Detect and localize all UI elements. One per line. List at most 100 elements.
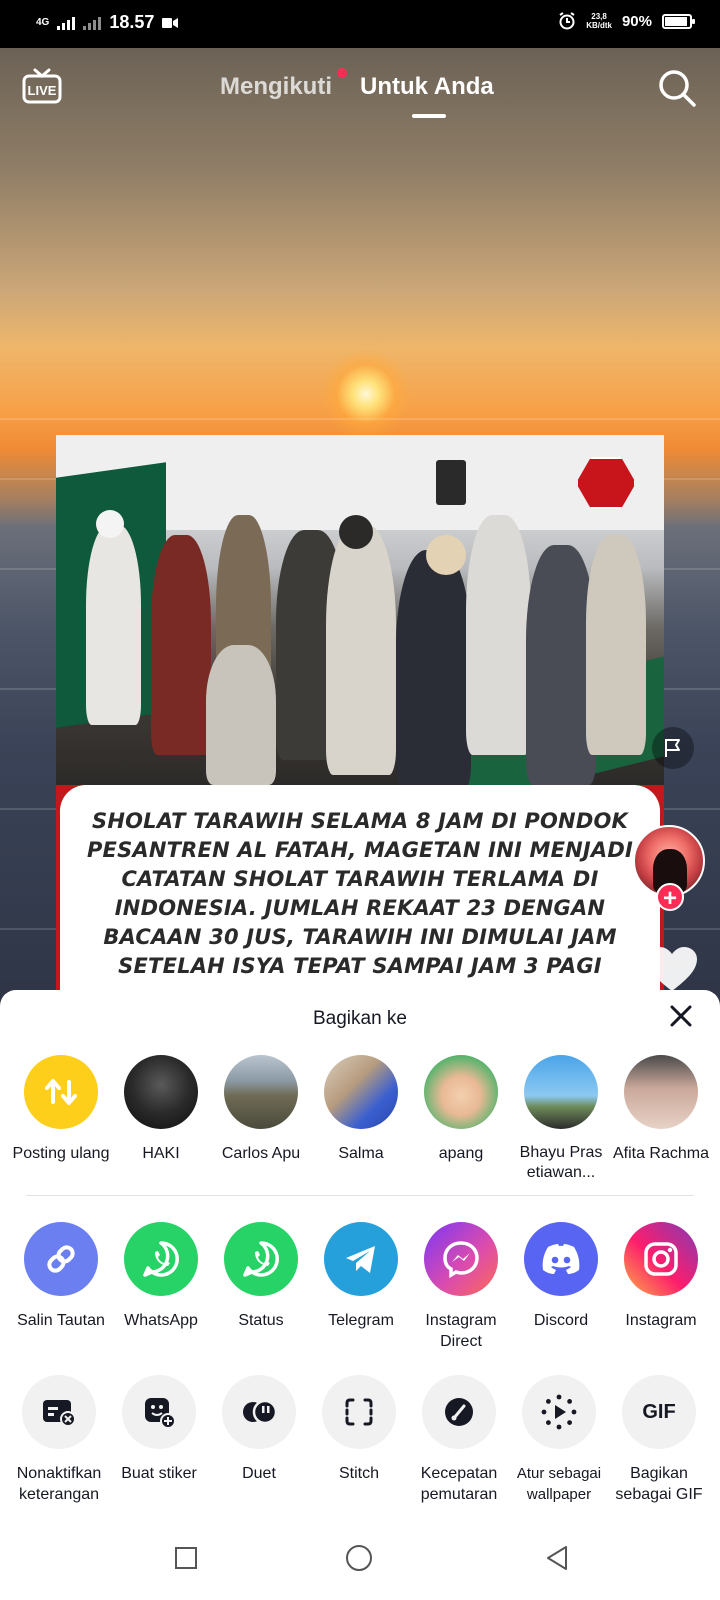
sea-line [0, 418, 720, 420]
caption-card: SHOLAT TARAWIH SELAMA 8 JAM DI PONDOK PE… [56, 785, 664, 990]
photo-speaker [436, 460, 466, 505]
share-instagram[interactable]: Instagram [606, 1222, 716, 1331]
alarm-icon [559, 12, 575, 30]
video-photo [56, 435, 664, 785]
photo-person-head [96, 510, 124, 538]
action-label: Kecepatan pemutaran [404, 1463, 514, 1505]
home-icon[interactable] [346, 1545, 372, 1571]
share-instagram-direct[interactable]: Instagram Direct [406, 1222, 516, 1352]
action-create-sticker[interactable]: Buat stiker [104, 1375, 214, 1484]
photo-person [466, 515, 531, 755]
label-line-2: keterangan [18, 1486, 100, 1503]
svg-text:LIVE: LIVE [28, 83, 57, 98]
photo-person-head [339, 515, 373, 549]
label-line-1: Atur sebagai [516, 1465, 602, 1482]
share-contact[interactable]: apang [406, 1055, 516, 1164]
share-actions-row: Nonaktifkan keterangan Buat stiker Duet … [0, 1375, 720, 1515]
label-line-2: sebagai GIF [615, 1486, 703, 1503]
action-share-gif[interactable]: GIF Bagikan sebagai GIF [604, 1375, 714, 1505]
live-icon[interactable]: LIVE [22, 68, 62, 104]
signal-icon-2 [83, 16, 102, 30]
battery-percent: 90% [621, 12, 652, 30]
share-contact-label: HAKI [142, 1145, 180, 1162]
action-stitch[interactable]: Stitch [304, 1375, 414, 1484]
action-label: Nonaktifkan keterangan [4, 1463, 114, 1505]
share-repost[interactable]: Posting ulang [6, 1055, 116, 1164]
speed-icon [422, 1375, 496, 1449]
photo-person [151, 535, 211, 755]
share-contact[interactable]: Afita Rachma [606, 1055, 716, 1164]
photo-person [586, 535, 646, 755]
action-label: Duet [242, 1465, 276, 1482]
whatsapp-icon [124, 1222, 198, 1296]
action-disable-caption[interactable]: Nonaktifkan keterangan [4, 1375, 114, 1505]
action-label: Atur sebagai wallpaper [504, 1463, 614, 1505]
label-line-1: Nonaktifkan [16, 1465, 102, 1482]
stitch-icon [322, 1375, 396, 1449]
share-whatsapp-status[interactable]: Status [206, 1222, 316, 1331]
duet-icon [222, 1375, 296, 1449]
instagram-icon [624, 1222, 698, 1296]
label-line-2: wallpaper [526, 1486, 592, 1503]
repost-icon [24, 1055, 98, 1129]
back-icon[interactable] [544, 1545, 570, 1571]
label-line-2: Direct [440, 1333, 482, 1350]
share-contact[interactable]: Salma [306, 1055, 416, 1164]
share-telegram[interactable]: Telegram [306, 1222, 416, 1331]
flag-icon [665, 739, 680, 757]
action-set-wallpaper[interactable]: Atur sebagai wallpaper [504, 1375, 614, 1505]
label-line-1: Bhayu Pras [519, 1144, 603, 1161]
telegram-icon [324, 1222, 398, 1296]
share-contact[interactable]: Bhayu Pras etiawan... [506, 1055, 616, 1183]
status-right: 23,8 KB/dtk 90% [558, 12, 695, 30]
share-contact-label: Afita Rachma [612, 1145, 710, 1162]
discord-icon [524, 1222, 598, 1296]
action-playback-speed[interactable]: Kecepatan pemutaran [404, 1375, 514, 1505]
share-contacts-row: Posting ulang HAKI Carlos Apu Salma apan… [0, 1055, 720, 1195]
share-instagram-label: Instagram [625, 1312, 697, 1329]
report-flag-button[interactable] [652, 727, 694, 769]
system-nav-bar [0, 1535, 720, 1600]
share-contact-label: Carlos Apu [221, 1145, 301, 1162]
follow-button[interactable]: + [656, 883, 684, 912]
share-sheet-title: Bagikan ke [312, 1008, 407, 1029]
action-label: Buat stiker [121, 1465, 197, 1482]
close-icon[interactable] [668, 1003, 694, 1029]
share-copy-link-label: Salin Tautan [17, 1312, 105, 1329]
speed-unit: KB/dtk [586, 21, 612, 30]
share-whatsapp-status-label: Status [238, 1312, 284, 1329]
clock: 18.57 [109, 12, 155, 32]
signal-icon [57, 16, 76, 30]
share-apps-row: Salin Tautan WhatsApp Status Telegram In… [0, 1222, 720, 1362]
avatar [624, 1055, 698, 1129]
recents-icon[interactable] [175, 1547, 197, 1569]
video-caption: SHOLAT TARAWIH SELAMA 8 JAM DI PONDOK PE… [86, 809, 634, 978]
avatar [124, 1055, 198, 1129]
tab-for-you[interactable]: Untuk Anda [360, 73, 494, 101]
status-left: 4G 18.57 [36, 12, 179, 33]
action-duet[interactable]: Duet [204, 1375, 314, 1484]
tab-following[interactable]: Mengikuti [220, 73, 332, 101]
share-whatsapp[interactable]: WhatsApp [106, 1222, 216, 1331]
link-icon [24, 1222, 98, 1296]
share-telegram-label: Telegram [328, 1312, 394, 1329]
label-line-2: etiawan... [526, 1164, 596, 1181]
top-nav: LIVE Mengikuti Untuk Anda [0, 48, 720, 128]
share-contact[interactable]: HAKI [106, 1055, 216, 1164]
messenger-icon [424, 1222, 498, 1296]
wallpaper-icon [522, 1375, 596, 1449]
label-line-1: Kecepatan [420, 1465, 498, 1482]
photo-person [396, 550, 471, 785]
avatar [524, 1055, 598, 1129]
share-contact[interactable]: Carlos Apu [206, 1055, 316, 1164]
avatar [224, 1055, 298, 1129]
heart-icon[interactable] [645, 945, 699, 993]
gif-icon: GIF [622, 1375, 696, 1449]
search-icon[interactable] [657, 68, 697, 108]
photo-person [206, 645, 276, 785]
sunset-sun [320, 348, 412, 440]
share-copy-link[interactable]: Salin Tautan [6, 1222, 116, 1331]
share-contact-label: Bhayu Pras etiawan... [506, 1143, 616, 1183]
share-discord[interactable]: Discord [506, 1222, 616, 1331]
network-speed: 23,8 KB/dtk [586, 12, 612, 30]
